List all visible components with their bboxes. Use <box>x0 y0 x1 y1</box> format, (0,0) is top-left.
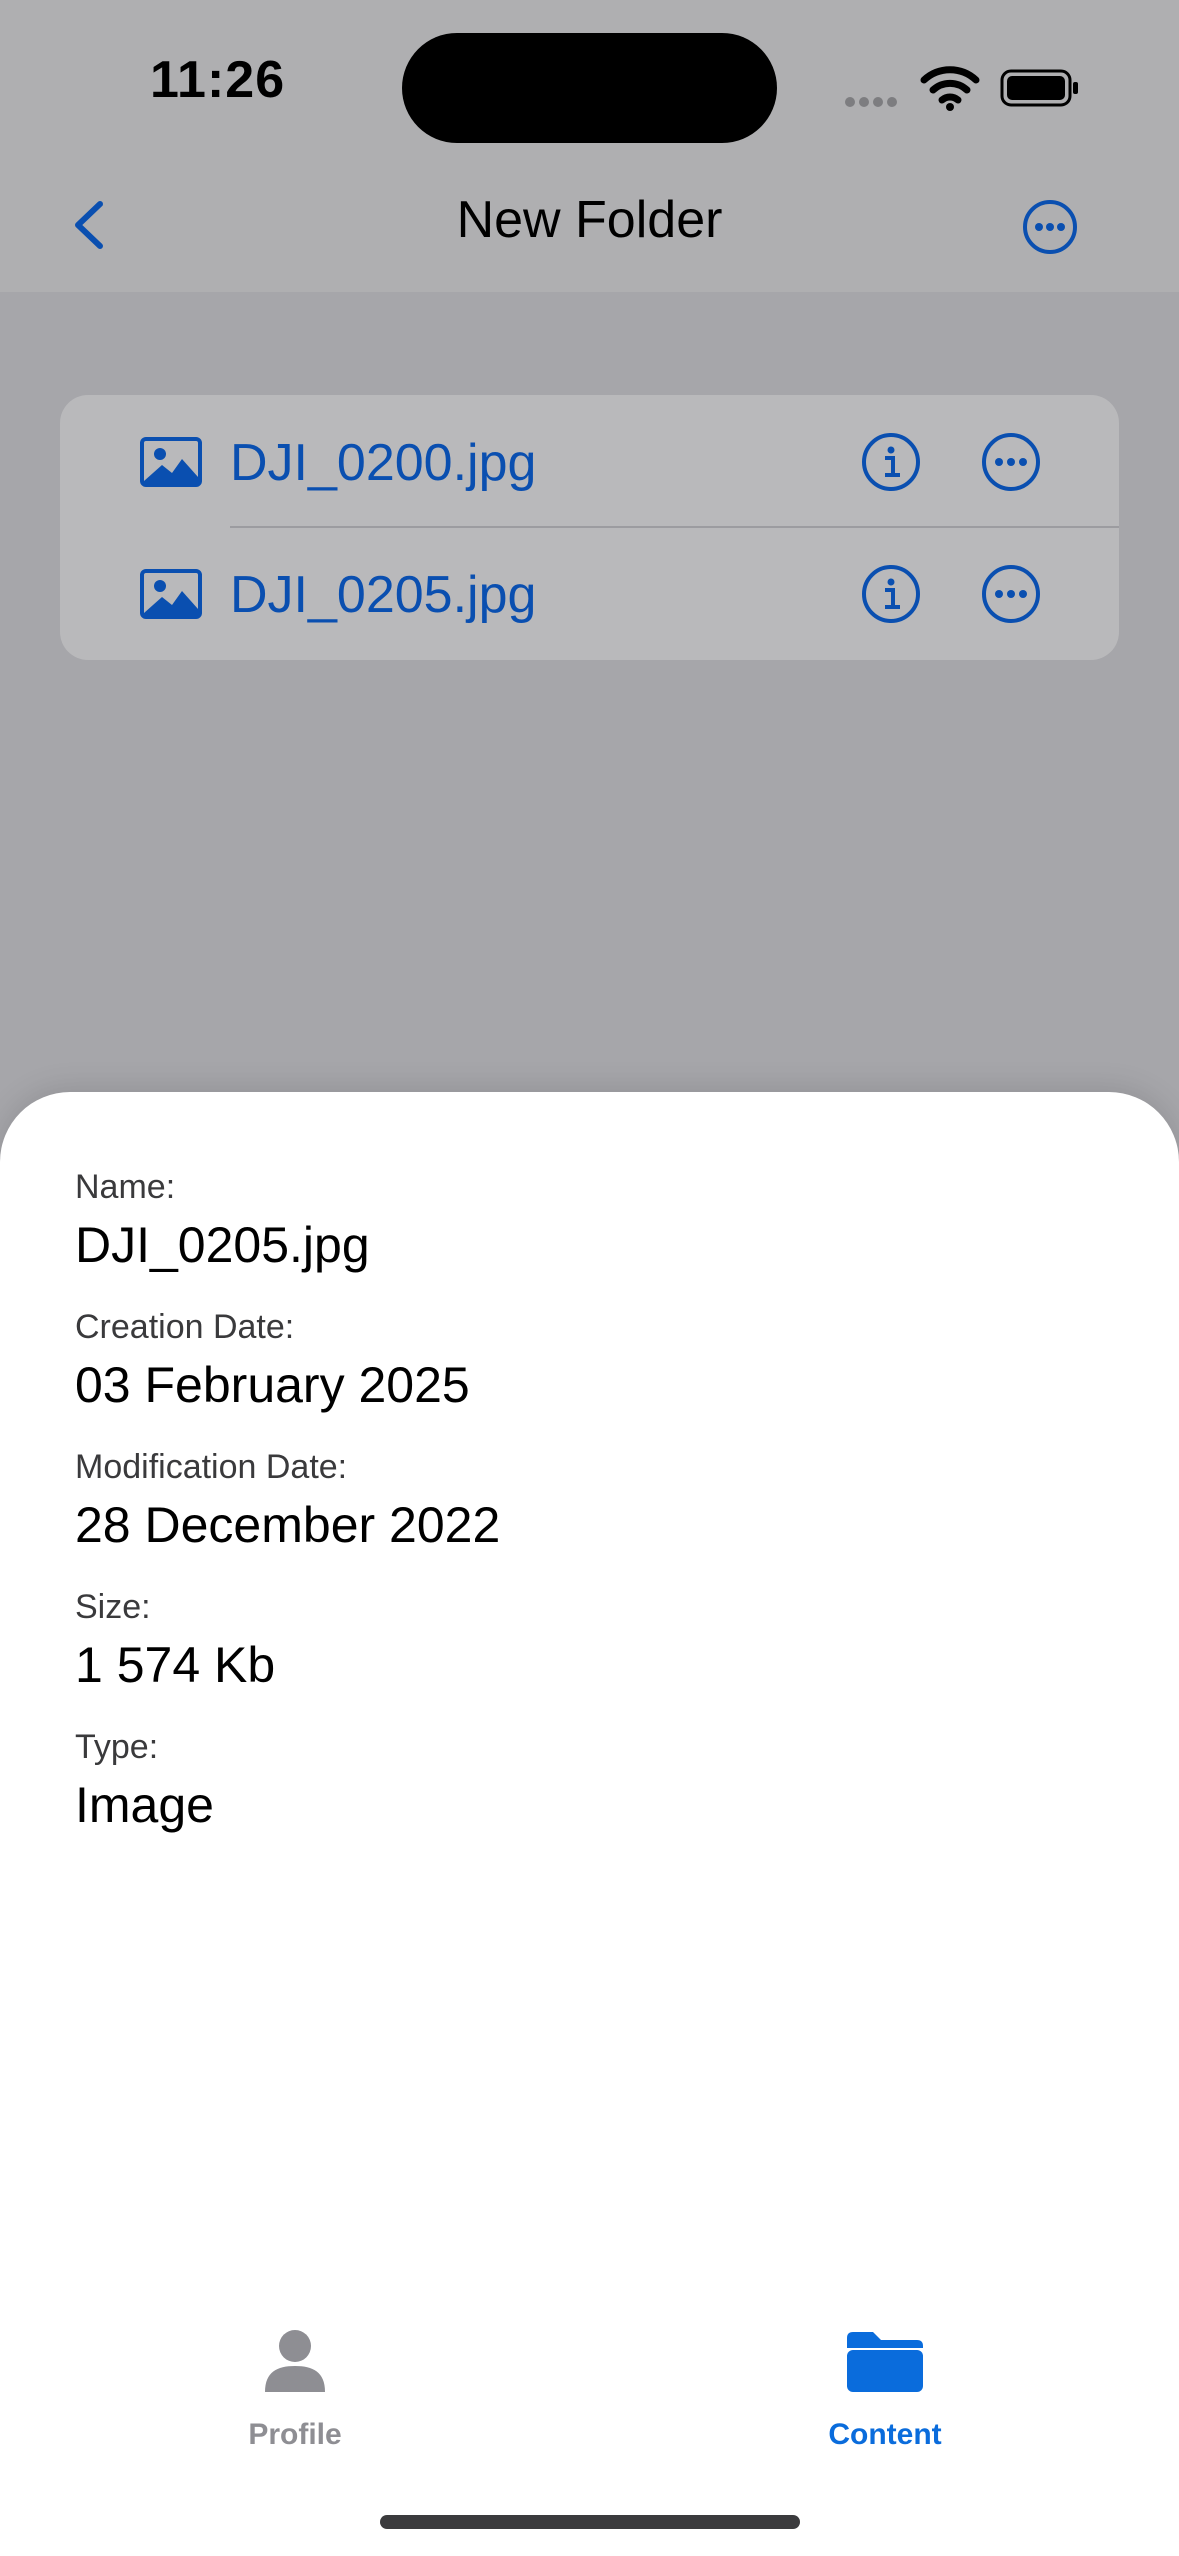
list-item[interactable]: DJI_0205.jpg <box>60 527 1119 659</box>
info-icon[interactable] <box>860 431 922 493</box>
tab-label: Profile <box>248 2418 342 2451</box>
home-indicator <box>380 2515 800 2529</box>
tab-label: Content <box>828 2418 942 2451</box>
info-icon[interactable] <box>860 563 922 625</box>
photo-icon <box>140 569 202 619</box>
dynamic-island <box>402 33 777 143</box>
creation-date-label: Creation Date: <box>75 1308 295 1346</box>
ellipsis-circle-icon <box>1023 200 1077 254</box>
ellipsis-circle-icon[interactable] <box>980 431 1042 493</box>
size-label: Size: <box>75 1588 151 1626</box>
file-list: DJI_0200.jpg DJI_0205.jpg <box>60 395 1119 660</box>
wifi-icon <box>920 64 980 112</box>
list-item[interactable]: DJI_0200.jpg <box>60 395 1119 527</box>
file-name: DJI_0200.jpg <box>230 434 537 492</box>
tab-profile[interactable]: Profile <box>195 2320 395 2460</box>
folder-icon <box>847 2332 923 2392</box>
person-icon <box>265 2330 325 2392</box>
type-value: Image <box>75 1777 214 1833</box>
modification-date-label: Modification Date: <box>75 1448 348 1486</box>
creation-date-value: 03 February 2025 <box>75 1357 470 1413</box>
more-options-button[interactable] <box>1020 197 1080 257</box>
page-title: New Folder <box>456 191 723 249</box>
tab-content[interactable]: Content <box>785 2320 985 2460</box>
type-label: Type: <box>75 1728 159 1766</box>
photo-icon <box>140 437 202 487</box>
name-label: Name: <box>75 1168 176 1206</box>
battery-icon <box>1000 68 1080 108</box>
modification-date-value: 28 December 2022 <box>75 1497 501 1553</box>
name-value: DJI_0205.jpg <box>75 1217 370 1273</box>
ellipsis-circle-icon[interactable] <box>980 563 1042 625</box>
status-time: 11:26 <box>150 51 286 109</box>
size-value: 1 574 Kb <box>75 1637 276 1693</box>
cellular-signal-icon <box>845 94 905 107</box>
file-name: DJI_0205.jpg <box>230 566 537 624</box>
file-details-sheet[interactable]: Name: DJI_0205.jpg Creation Date: 03 Feb… <box>0 1092 1179 2556</box>
